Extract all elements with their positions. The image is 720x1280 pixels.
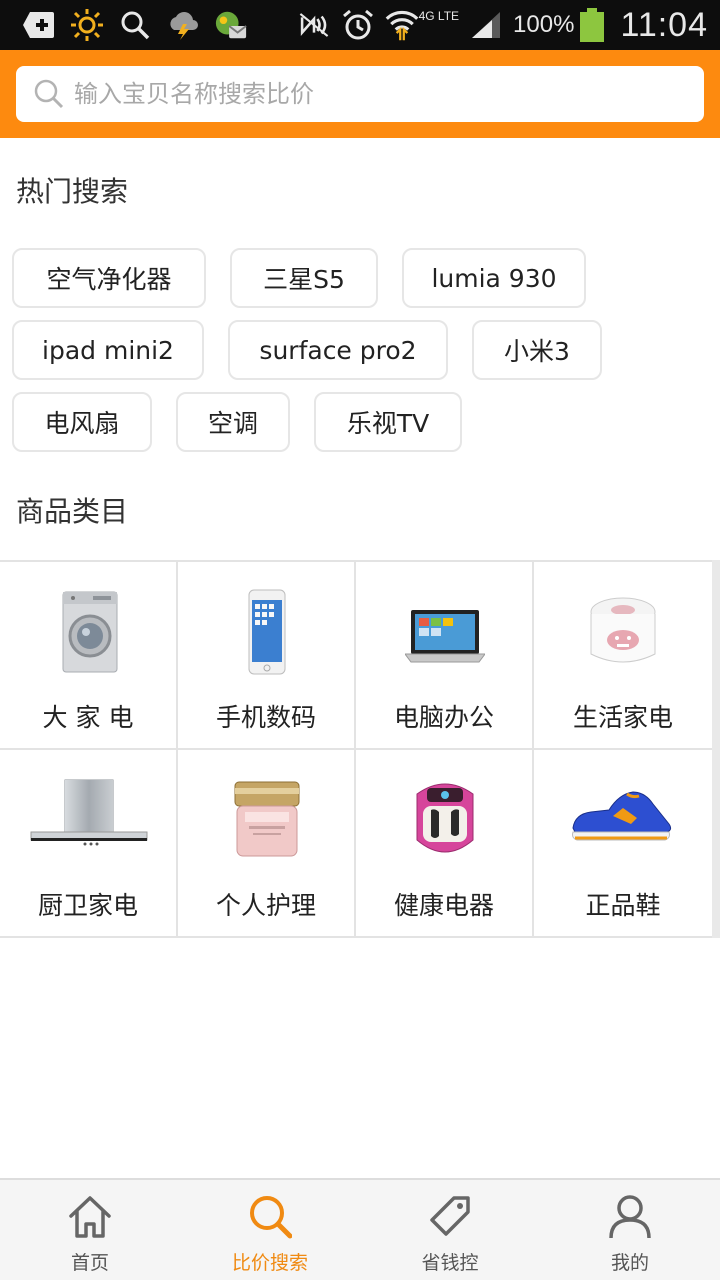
category-label: 电脑办公 — [393, 703, 494, 732]
grid-scroll-edge — [712, 560, 720, 938]
nav-item-mine[interactable]: 我的 — [540, 1180, 720, 1280]
category-item-personal-care[interactable]: 个人护理 — [178, 750, 356, 936]
nav-label: 比价搜索 — [231, 1252, 308, 1274]
nav-item-home[interactable]: 首页 — [0, 1180, 180, 1280]
nav-label: 首页 — [70, 1252, 109, 1274]
search-input[interactable] — [74, 69, 674, 119]
category-label: 正品鞋 — [585, 891, 661, 920]
nav-label: 我的 — [610, 1252, 649, 1274]
hot-tag[interactable]: surface pro2 — [228, 320, 448, 380]
status-bar-right: 4G LTE 100% 11:04 — [297, 4, 708, 46]
tag-row: ipad mini2 surface pro2 小米3 — [12, 320, 712, 392]
categories-title: 商品类目 — [16, 495, 129, 528]
hot-tag[interactable]: 电风扇 — [12, 392, 152, 452]
tag-row: 空气净化器 三星S5 lumia 930 — [12, 248, 712, 320]
washing-machine-icon — [49, 588, 129, 676]
hot-tag[interactable]: 小米3 — [472, 320, 602, 380]
category-item-shoes[interactable]: 正品鞋 — [534, 750, 712, 936]
hot-tag[interactable]: 空调 — [176, 392, 290, 452]
cosmetic-jar-icon — [227, 776, 307, 864]
category-label: 大 家 电 — [42, 703, 134, 732]
alarm-icon — [341, 8, 375, 42]
search-header — [0, 50, 720, 138]
category-label: 个人护理 — [215, 891, 316, 920]
laptop-icon — [404, 588, 486, 676]
range-hood-icon — [30, 776, 148, 864]
battery-percent: 100% — [513, 11, 575, 38]
hot-tag[interactable]: 空气净化器 — [12, 248, 206, 308]
bottom-nav: 首页 比价搜索 省钱控 我的 — [0, 1178, 720, 1280]
nav-item-savings[interactable]: 省钱控 — [360, 1180, 540, 1280]
home-icon — [68, 1194, 112, 1240]
status-clock: 11:04 — [620, 5, 708, 44]
category-item-home-appliances[interactable]: 生活家电 — [534, 562, 712, 748]
status-bar-left — [22, 8, 248, 42]
sneaker-icon — [572, 776, 672, 864]
rice-cooker-icon — [583, 588, 663, 676]
category-row: 厨卫家电 个人护理 健康电器 正品鞋 — [0, 750, 712, 938]
category-item-kitchen[interactable]: 厨卫家电 — [0, 750, 178, 936]
search-notification-icon — [118, 8, 152, 42]
wifi-icon — [385, 8, 419, 42]
category-label: 生活家电 — [572, 703, 673, 732]
nav-label: 省钱控 — [421, 1252, 479, 1274]
category-item-appliances[interactable]: 大 家 电 — [0, 562, 178, 748]
network-type-label: 4G LTE — [418, 9, 460, 23]
category-row: 大 家 电 手机数码 电脑办公 生活家电 — [0, 562, 712, 750]
hot-tag[interactable]: lumia 930 — [402, 248, 586, 308]
status-bar: 4G LTE 100% 11:04 — [0, 0, 720, 50]
price-tag-icon — [428, 1194, 472, 1240]
hot-search-tags: 空气净化器 三星S5 lumia 930 ipad mini2 surface … — [12, 248, 712, 464]
category-label: 健康电器 — [393, 891, 494, 920]
nav-item-price-search[interactable]: 比价搜索 — [180, 1180, 360, 1280]
hot-tag[interactable]: ipad mini2 — [12, 320, 204, 380]
category-label: 手机数码 — [215, 703, 316, 732]
category-label: 厨卫家电 — [37, 891, 138, 920]
hot-search-title: 热门搜索 — [16, 175, 129, 208]
signal-strength-icon — [469, 8, 503, 42]
hot-tag[interactable]: 乐视TV — [314, 392, 462, 452]
nfc-icon — [297, 8, 331, 42]
battery-icon — [580, 8, 605, 42]
tag-row: 电风扇 空调 乐视TV — [12, 392, 712, 464]
add-notification-icon — [22, 8, 56, 42]
search-box[interactable] — [16, 66, 704, 122]
foot-spa-icon — [405, 776, 485, 864]
user-icon — [608, 1194, 652, 1240]
weather-storm-icon — [166, 8, 200, 42]
category-grid: 大 家 电 手机数码 电脑办公 生活家电 厨卫家电 个人护理 健康电器 正品鞋 — [0, 560, 712, 938]
category-item-computers[interactable]: 电脑办公 — [356, 562, 534, 748]
category-item-health[interactable]: 健康电器 — [356, 750, 534, 936]
message-app-icon — [214, 8, 248, 42]
search-icon — [32, 77, 66, 111]
search-icon — [248, 1194, 293, 1240]
category-item-phones[interactable]: 手机数码 — [178, 562, 356, 748]
hot-tag[interactable]: 三星S5 — [230, 248, 378, 308]
smartphone-icon — [227, 588, 307, 676]
brightness-icon — [70, 8, 104, 42]
